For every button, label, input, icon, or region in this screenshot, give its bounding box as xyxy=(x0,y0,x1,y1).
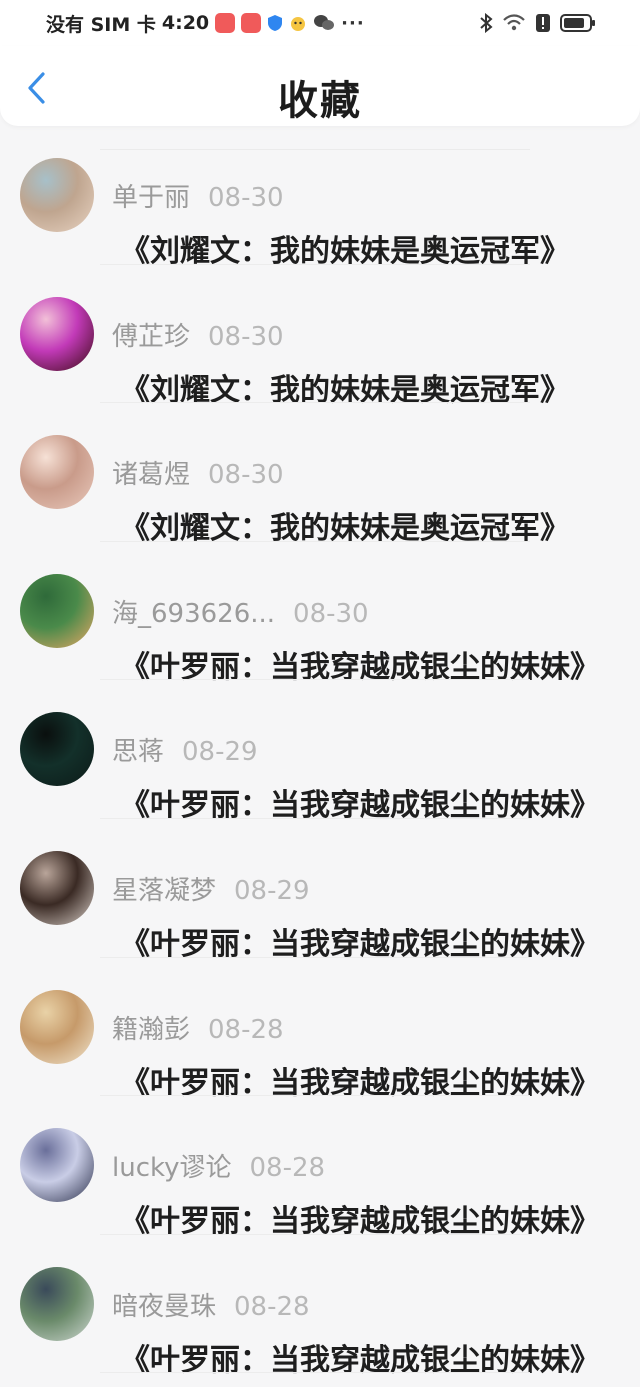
shopping-app-icon xyxy=(241,13,262,33)
avatar xyxy=(20,435,94,510)
user-name: 海_693626... xyxy=(112,598,276,629)
item-meta: 单于丽 08-30 xyxy=(112,177,284,214)
list-item[interactable]: lucky谬论 08-28 《叶罗丽：当我穿越成银尘的妹妹》 xyxy=(0,1096,640,1239)
favorite-date: 08-28 xyxy=(249,1153,326,1184)
list-item[interactable]: 傅芷珍 08-30 《刘耀文：我的妹妹是奥运冠军》 xyxy=(0,265,640,408)
user-name: 籍瀚彭 xyxy=(112,1014,191,1045)
avatar xyxy=(20,989,94,1064)
user-name: 单于丽 xyxy=(112,183,191,213)
list-item[interactable]: 籍瀚彭 08-28 《叶罗丽：当我穿越成银尘的妹妹》 xyxy=(0,958,640,1101)
bluetooth-icon xyxy=(480,13,493,33)
avatar xyxy=(20,296,94,371)
list-item[interactable]: 单于丽 08-30 《刘耀文：我的妹妹是奥运冠军》 xyxy=(0,126,640,269)
avatar xyxy=(20,573,94,648)
alert-icon xyxy=(536,14,550,32)
time-label: 4:20 xyxy=(161,12,210,34)
list-item[interactable]: 海_693626... 08-30 《叶罗丽：当我穿越成银尘的妹妹》 xyxy=(0,542,640,685)
user-name: lucky谬论 xyxy=(112,1153,232,1184)
more-notifications-icon: ··· xyxy=(341,12,365,34)
favorite-date: 08-29 xyxy=(182,737,258,768)
favorite-date: 08-30 xyxy=(208,183,284,213)
status-right xyxy=(479,13,596,33)
shield-icon xyxy=(268,15,283,31)
user-name: 诸葛煜 xyxy=(112,460,191,491)
battery-icon xyxy=(560,14,595,32)
favorite-date: 08-30 xyxy=(293,598,369,629)
item-meta: 诸葛煜 08-30 xyxy=(112,454,284,491)
mascot-icon xyxy=(291,17,306,31)
user-name: 思蒋 xyxy=(112,737,165,768)
favorite-date: 08-28 xyxy=(234,1291,310,1322)
item-meta: 海_693626... 08-30 xyxy=(112,593,369,630)
item-meta: lucky谬论 08-28 xyxy=(112,1147,325,1184)
item-meta: 傅芷珍 08-30 xyxy=(112,316,284,353)
list-item[interactable]: 暗夜曼珠 08-28 《叶罗丽：当我穿越成银尘的妹妹》 xyxy=(0,1235,640,1378)
favorite-date: 08-28 xyxy=(208,1014,284,1045)
item-meta: 籍瀚彭 08-28 xyxy=(112,1009,284,1046)
nav-header: 收藏 xyxy=(0,46,640,126)
carrier-label: 没有 SIM 卡 xyxy=(46,13,156,36)
item-meta: 星落凝梦 08-29 xyxy=(112,870,310,907)
avatar xyxy=(20,851,94,925)
avatar xyxy=(20,1128,94,1203)
user-name: 星落凝梦 xyxy=(112,876,217,906)
favorite-date: 08-30 xyxy=(208,321,284,352)
page-title: 收藏 xyxy=(278,78,362,124)
user-name: 傅芷珍 xyxy=(112,321,191,352)
status-bar: 没有 SIM 卡 4:20 ··· xyxy=(0,0,640,46)
favorite-date: 08-29 xyxy=(234,876,310,906)
item-meta: 思蒋 08-29 xyxy=(112,731,258,768)
list-item[interactable]: 诸葛煜 08-30 《刘耀文：我的妹妹是奥运冠军》 xyxy=(0,403,640,546)
list-item[interactable]: 思蒋 08-29 《叶罗丽：当我穿越成银尘的妹妹》 xyxy=(0,680,640,823)
item-meta: 暗夜曼珠 08-28 xyxy=(112,1286,310,1323)
divider xyxy=(100,1372,530,1374)
avatar xyxy=(20,158,94,232)
avatar xyxy=(20,712,94,787)
wechat-icon xyxy=(314,15,335,30)
shopping-app-icon xyxy=(215,13,236,33)
favorite-date: 08-30 xyxy=(208,460,284,491)
user-name: 暗夜曼珠 xyxy=(112,1291,217,1322)
wifi-icon xyxy=(503,14,525,31)
avatar xyxy=(20,1266,94,1341)
list-item[interactable]: 星落凝梦 08-29 《叶罗丽：当我穿越成银尘的妹妹》 xyxy=(0,819,640,962)
status-left: 没有 SIM 卡 4:20 ··· xyxy=(46,10,365,37)
